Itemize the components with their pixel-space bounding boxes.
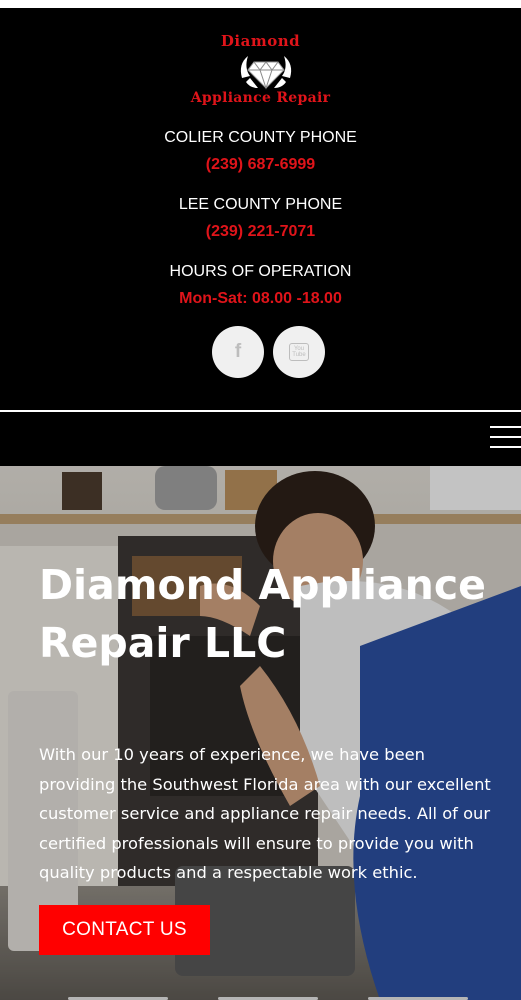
lee-phone-link[interactable]: (239) 221-7071 <box>0 222 521 242</box>
logo-text-appliance-repair: Appliance Repair <box>190 90 331 106</box>
youtube-icon: You Tube <box>289 343 309 361</box>
site-header: Diamond Appliance Repair COLIER COUNTY P… <box>0 8 521 410</box>
hero-title: Diamond Appliance Repair LLC <box>39 561 486 667</box>
nav-bar <box>0 412 521 466</box>
contact-us-button[interactable]: CONTACT US <box>39 905 210 955</box>
top-strip <box>0 0 521 8</box>
hero-section: Diamond Appliance Repair LLC With our 10… <box>0 466 521 1000</box>
hours-label: HOURS OF OPERATION <box>169 263 352 280</box>
social-links: f You Tube <box>212 326 326 378</box>
facebook-button[interactable]: f <box>212 326 264 378</box>
youtube-button[interactable]: You Tube <box>273 326 325 378</box>
hours-of-operation: HOURS OF OPERATION Mon-Sat: 08.00 -18.00 <box>0 262 521 309</box>
colier-phone-label: COLIER COUNTY PHONE <box>164 129 357 146</box>
hours-value: Mon-Sat: 08.00 -18.00 <box>179 290 342 307</box>
lee-phone-label: LEE COUNTY PHONE <box>178 196 343 213</box>
colier-phone-link[interactable]: (239) 687-6999 <box>0 155 521 175</box>
bottom-indicators <box>0 994 521 1000</box>
youtube-icon-text: You Tube <box>292 346 306 358</box>
facebook-icon: f <box>234 341 242 362</box>
contact-lee: LEE COUNTY PHONE (239) 221-7071 <box>0 195 521 242</box>
hamburger-menu-icon[interactable] <box>490 426 521 450</box>
contact-colier: COLIER COUNTY PHONE (239) 687-6999 <box>0 128 521 175</box>
hero-description: With our 10 years of experience, we have… <box>39 745 491 882</box>
diamond-logo-icon <box>240 56 292 90</box>
logo[interactable]: Diamond Appliance Repair <box>0 30 521 112</box>
